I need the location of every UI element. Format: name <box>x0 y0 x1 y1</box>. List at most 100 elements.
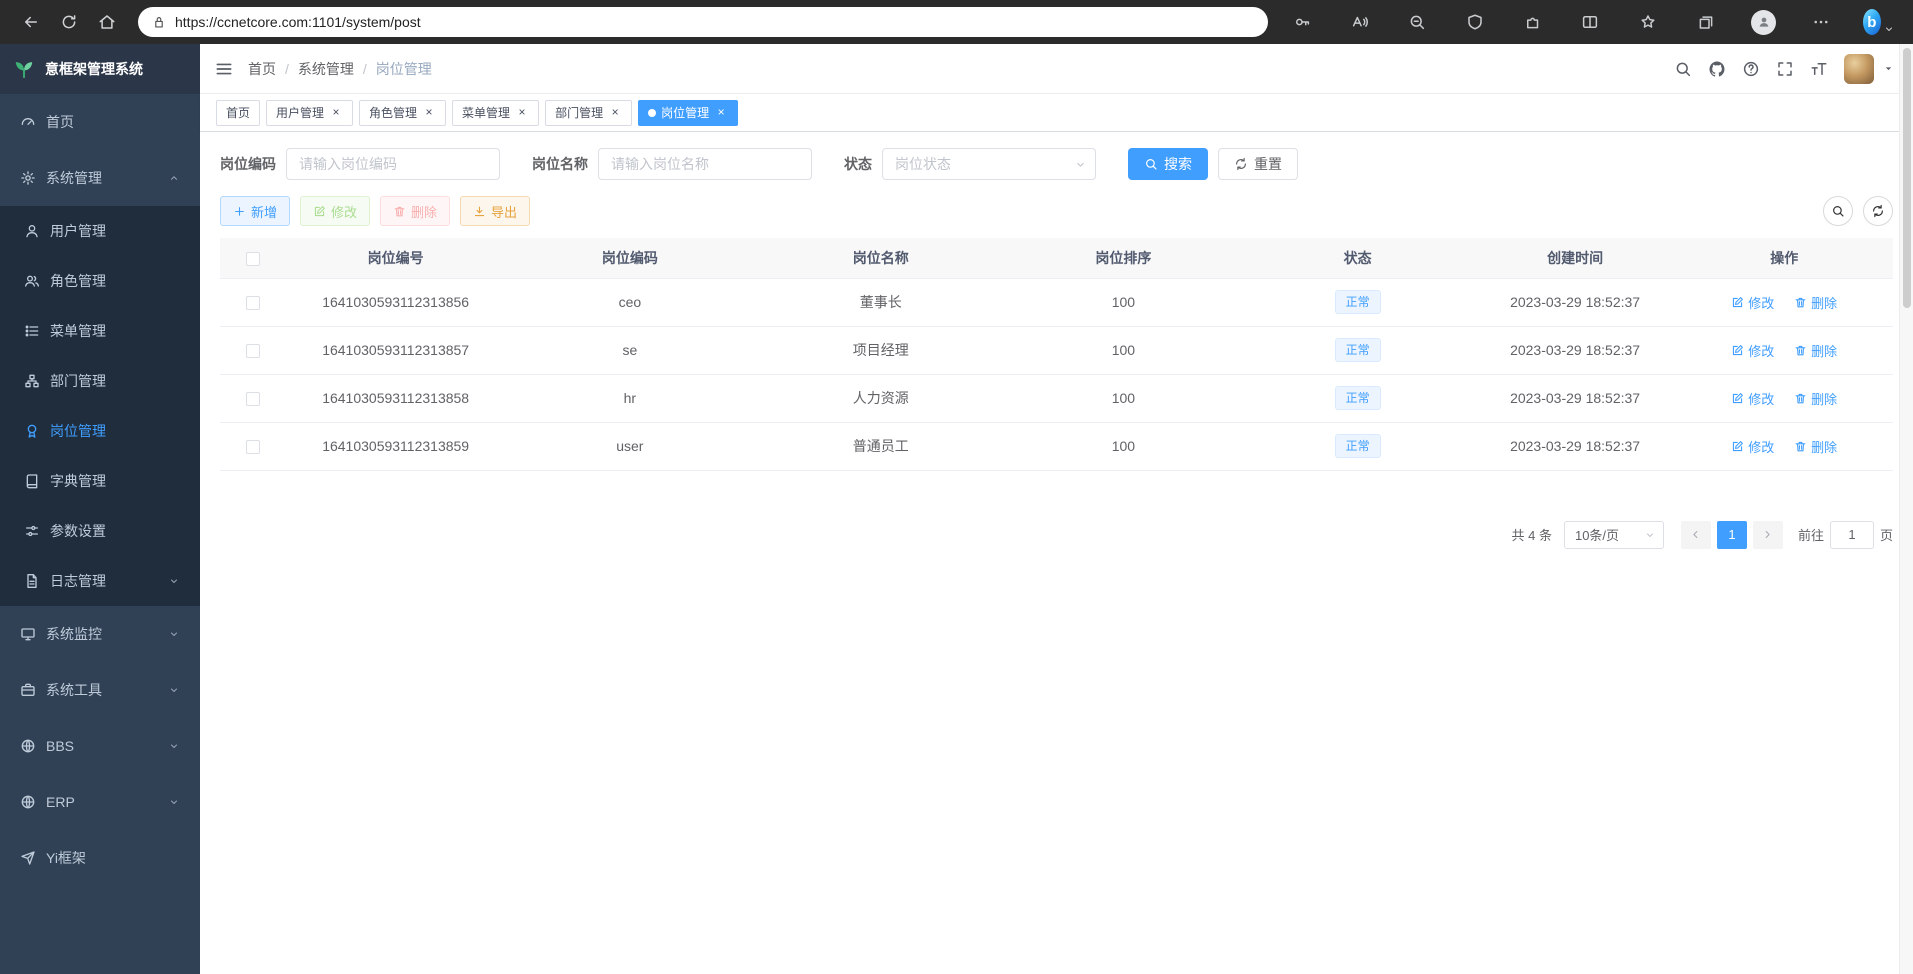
sidebar-item-system[interactable]: 系统管理 <box>0 150 200 206</box>
row-edit-link[interactable]: 修改 <box>1731 341 1774 360</box>
sidebar-item-role-mgmt[interactable]: 角色管理 <box>0 256 200 306</box>
sidebar-item-tools[interactable]: 系统工具 <box>0 662 200 718</box>
row-delete-link[interactable]: 删除 <box>1794 293 1837 312</box>
tab-close-icon[interactable]: × <box>608 106 622 120</box>
row-delete-link[interactable]: 删除 <box>1794 437 1837 456</box>
post-code-input[interactable] <box>286 148 500 180</box>
sidebar-item-user-mgmt[interactable]: 用户管理 <box>0 206 200 256</box>
row-delete-link[interactable]: 删除 <box>1794 389 1837 408</box>
user-avatar[interactable] <box>1844 54 1874 84</box>
refresh-icon <box>1234 157 1248 171</box>
toggle-search-button[interactable] <box>1823 196 1853 226</box>
breadcrumb-home[interactable]: 首页 <box>248 59 276 79</box>
row-checkbox[interactable] <box>246 440 260 454</box>
address-bar[interactable]: https://ccnetcore.com:1101/system/post <box>138 7 1268 37</box>
split-screen-icon[interactable] <box>1574 6 1606 38</box>
sidebar-toggle-button[interactable] <box>214 59 234 79</box>
sidebar-item-dict-mgmt[interactable]: 字典管理 <box>0 456 200 506</box>
sidebar-item-monitor[interactable]: 系统监控 <box>0 606 200 662</box>
edit-button[interactable]: 修改 <box>300 196 370 226</box>
sidebar-menu: 首页 系统管理 用户管理 角色管理 菜单管理 <box>0 94 200 886</box>
table-row: 1641030593112313857 se 项目经理 100 正常 2023-… <box>220 326 1893 374</box>
header-search-icon[interactable] <box>1674 60 1692 78</box>
refresh-table-button[interactable] <box>1863 196 1893 226</box>
sidebar-item-label: 系统工具 <box>46 680 102 700</box>
sidebar-item-log-mgmt[interactable]: 日志管理 <box>0 556 200 606</box>
status-badge: 正常 <box>1335 386 1381 410</box>
tab-user-mgmt[interactable]: 用户管理 × <box>266 100 353 126</box>
status-select[interactable]: 岗位状态 <box>882 148 1096 180</box>
help-icon[interactable] <box>1742 60 1760 78</box>
export-button[interactable]: 导出 <box>460 196 530 226</box>
github-icon[interactable] <box>1708 60 1726 78</box>
collections-icon[interactable] <box>1690 6 1722 38</box>
row-checkbox[interactable] <box>246 392 260 406</box>
chevron-down-icon <box>1644 529 1656 541</box>
browser-menu-icon[interactable] <box>1805 6 1837 38</box>
row-checkbox[interactable] <box>246 344 260 358</box>
browser-home-button[interactable] <box>90 5 124 39</box>
fullscreen-icon[interactable] <box>1776 60 1794 78</box>
bing-copilot-icon[interactable]: b <box>1863 6 1895 38</box>
browser-back-button[interactable] <box>14 5 48 39</box>
add-button[interactable]: 新增 <box>220 196 290 226</box>
password-key-icon[interactable] <box>1286 6 1318 38</box>
sidebar-item-yi-framework[interactable]: Yi框架 <box>0 830 200 886</box>
browser-refresh-button[interactable] <box>52 5 86 39</box>
browser-profile-icon[interactable] <box>1748 6 1780 38</box>
tab-dept-mgmt[interactable]: 部门管理 × <box>545 100 632 126</box>
user-menu-caret-icon[interactable] <box>1882 62 1895 75</box>
chevron-down-icon <box>168 575 180 587</box>
sidebar-item-menu-mgmt[interactable]: 菜单管理 <box>0 306 200 356</box>
sidebar-item-label: 日志管理 <box>50 571 106 591</box>
sidebar-item-erp[interactable]: ERP <box>0 774 200 830</box>
refresh-icon <box>1871 204 1885 218</box>
reset-button[interactable]: 重置 <box>1218 148 1298 180</box>
tab-close-icon[interactable]: × <box>515 106 529 120</box>
list-icon <box>24 323 40 339</box>
trash-icon <box>1794 440 1807 453</box>
app-logo: 意框架管理系统 <box>0 44 200 94</box>
row-checkbox[interactable] <box>246 296 260 310</box>
tab-home[interactable]: 首页 <box>216 100 260 126</box>
goto-page-input[interactable] <box>1830 521 1874 549</box>
post-name-input[interactable] <box>598 148 812 180</box>
row-edit-link[interactable]: 修改 <box>1731 437 1774 456</box>
sidebar-item-label: 系统管理 <box>46 168 102 188</box>
tab-close-icon[interactable]: × <box>422 106 436 120</box>
user-icon <box>24 223 40 239</box>
delete-button[interactable]: 删除 <box>380 196 450 226</box>
page-size-select[interactable]: 10条/页 <box>1564 521 1664 549</box>
breadcrumb-current: 岗位管理 <box>376 59 432 79</box>
tab-menu-mgmt[interactable]: 菜单管理 × <box>452 100 539 126</box>
row-delete-link[interactable]: 删除 <box>1794 341 1837 360</box>
sidebar-item-home[interactable]: 首页 <box>0 94 200 150</box>
select-all-checkbox[interactable] <box>246 252 260 266</box>
cell-post-sort: 100 <box>1006 278 1240 326</box>
breadcrumb-system[interactable]: 系统管理 <box>298 59 354 79</box>
row-edit-link[interactable]: 修改 <box>1731 389 1774 408</box>
sidebar-item-bbs[interactable]: BBS <box>0 718 200 774</box>
search-button[interactable]: 搜索 <box>1128 148 1208 180</box>
tab-close-icon[interactable]: × <box>714 106 728 120</box>
tab-close-icon[interactable]: × <box>329 106 343 120</box>
zoom-icon[interactable] <box>1401 6 1433 38</box>
vertical-scrollbar[interactable] <box>1899 44 1913 974</box>
sidebar-item-param-settings[interactable]: 参数设置 <box>0 506 200 556</box>
tab-post-mgmt[interactable]: 岗位管理 × <box>638 100 738 126</box>
top-navbar: 首页 / 系统管理 / 岗位管理 <box>200 44 1913 94</box>
table-row: 1641030593112313856 ceo 董事长 100 正常 2023-… <box>220 278 1893 326</box>
tracking-shield-icon[interactable] <box>1459 6 1491 38</box>
read-aloud-icon[interactable] <box>1344 6 1376 38</box>
tab-role-mgmt[interactable]: 角色管理 × <box>359 100 446 126</box>
scrollbar-thumb[interactable] <box>1903 48 1911 308</box>
page-number-1[interactable]: 1 <box>1717 521 1747 549</box>
sidebar-item-dept-mgmt[interactable]: 部门管理 <box>0 356 200 406</box>
sidebar-item-post-mgmt[interactable]: 岗位管理 <box>0 406 200 456</box>
prev-page-button[interactable] <box>1681 521 1711 549</box>
row-edit-link[interactable]: 修改 <box>1731 293 1774 312</box>
extensions-icon[interactable] <box>1517 6 1549 38</box>
favorites-icon[interactable] <box>1632 6 1664 38</box>
font-size-icon[interactable] <box>1810 60 1828 78</box>
next-page-button[interactable] <box>1753 521 1783 549</box>
